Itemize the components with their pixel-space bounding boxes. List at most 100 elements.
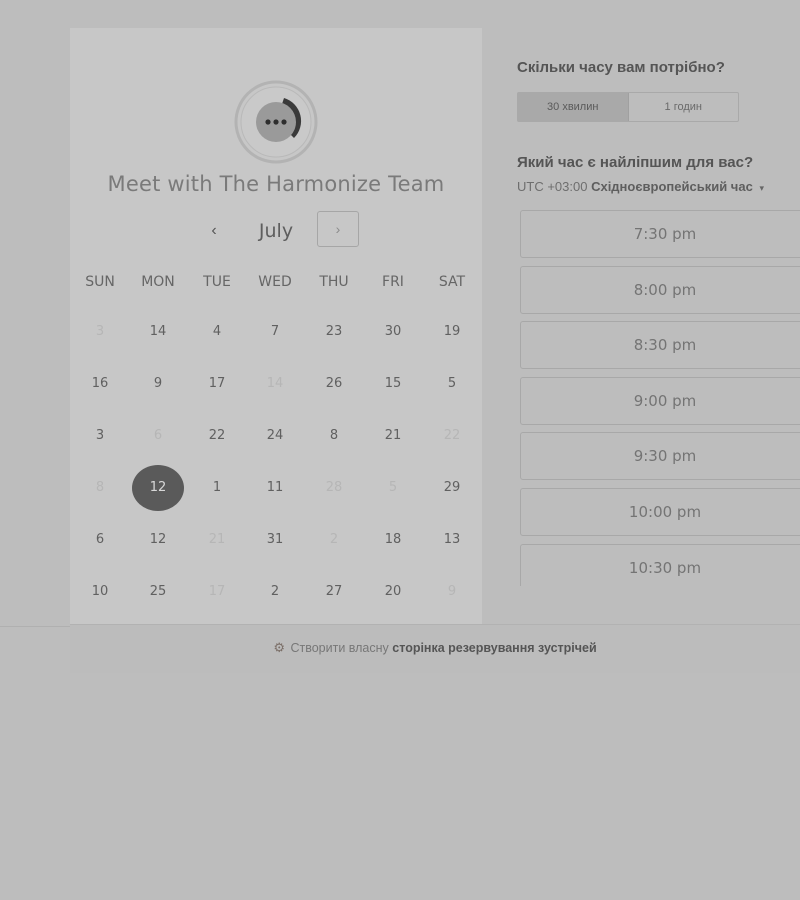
calendar-day: 14	[249, 358, 301, 410]
calendar-day-number: 12	[132, 465, 184, 511]
calendar-day-number: 14	[149, 324, 167, 339]
time-slot-list[interactable]: 7:30 pm 8:00 pm 8:30 pm 9:00 pm 9:30 pm 10:00…	[520, 210, 800, 586]
calendar-day[interactable]: 11	[249, 462, 301, 514]
time-slot-button[interactable]: 8:00 pm	[520, 265, 800, 314]
create-booking-page-link[interactable]: сторінка резервування зустрічей	[392, 641, 596, 655]
duration-toggle: 30 хвилин 1 годин	[517, 92, 739, 122]
calendar-day[interactable]: 4	[191, 306, 243, 358]
calendar-day[interactable]: 3	[74, 410, 126, 462]
weekday-label: THU	[319, 274, 349, 290]
calendar-day-number: 12	[149, 532, 167, 547]
time-slot-button[interactable]: 10:00 pm	[520, 488, 800, 536]
duration-question: Скільки часу вам потрібно?	[517, 59, 725, 76]
calendar-day-number: 10	[91, 584, 109, 599]
calendar-day[interactable]: 22	[191, 410, 243, 462]
calendar-day[interactable]: 23	[308, 306, 360, 358]
calendar-day-number: 5	[388, 480, 398, 495]
weekday-label: SUN	[85, 274, 115, 290]
time-slot-button[interactable]: 8:30 pm	[520, 321, 800, 370]
meeting-title: Meet with The Harmonize Team	[107, 172, 445, 196]
calendar-day[interactable]: 30	[367, 306, 419, 358]
calendar-week-row: 16 9 17 14 26 15 5	[70, 358, 482, 410]
calendar-day-number: 21	[208, 532, 226, 547]
calendar-day-number: 24	[266, 428, 284, 443]
calendar-day[interactable]: 20	[367, 566, 419, 618]
timezone-offset: UTC +03:00	[517, 179, 588, 194]
calendar-day: 9	[426, 566, 478, 618]
calendar-day[interactable]: 13	[426, 514, 478, 566]
weekday-label: FRI	[382, 274, 404, 290]
prev-month-button[interactable]: ‹	[198, 215, 230, 247]
calendar-day: 21	[191, 514, 243, 566]
calendar-day[interactable]: 18	[367, 514, 419, 566]
calendar-day[interactable]: 31	[249, 514, 301, 566]
weekday-header: SUN MON TUE WED THU FRI SAT	[70, 268, 482, 298]
next-month-button[interactable]: ›	[317, 211, 359, 247]
calendar-day-number: 25	[149, 584, 167, 599]
calendar-day-number: 5	[447, 376, 457, 391]
calendar-day-selected[interactable]: 12	[132, 462, 184, 514]
duration-option-1hour[interactable]: 1 годин	[629, 93, 739, 121]
calendar-grid: SUN MON TUE WED THU FRI SAT 3 14 4 7 23 30 19 16 9 17 14…	[70, 268, 482, 618]
calendar-day[interactable]: 14	[132, 306, 184, 358]
calendar-day[interactable]: 21	[367, 410, 419, 462]
calendar-day: 5	[367, 462, 419, 514]
calendar-day-number: 31	[266, 532, 284, 547]
calendar-day[interactable]: 25	[132, 566, 184, 618]
calendar-day[interactable]: 16	[74, 358, 126, 410]
calendar-day-number: 17	[208, 584, 226, 599]
calendar-day[interactable]: 10	[74, 566, 126, 618]
chevron-left-icon: ‹	[211, 222, 217, 239]
time-question: Який час є найліпшим для вас?	[517, 154, 754, 171]
calendar-day[interactable]: 2	[249, 566, 301, 618]
calendar-day-number: 28	[325, 480, 343, 495]
calendar-day[interactable]: 12	[132, 514, 184, 566]
booking-page: Meet with The Harmonize Team ‹ July › SU…	[0, 0, 800, 900]
calendar-day-number: 13	[443, 532, 461, 547]
calendar-day-number: 9	[447, 584, 457, 599]
calendar-day[interactable]: 9	[132, 358, 184, 410]
calendar-day[interactable]: 27	[308, 566, 360, 618]
chevron-right-icon: ›	[335, 221, 341, 237]
calendar-day[interactable]: 24	[249, 410, 301, 462]
calendar-day[interactable]: 15	[367, 358, 419, 410]
calendar-day-number: 4	[212, 324, 222, 339]
calendar-day-number: 23	[325, 324, 343, 339]
calendar-day[interactable]: 8	[308, 410, 360, 462]
team-logo	[234, 80, 318, 164]
calendar-week-row: 3 6 22 24 8 21 22	[70, 410, 482, 462]
footer-text: ⚙ Створити власну сторінка резервування …	[70, 640, 800, 656]
caret-down-icon: ▾	[759, 183, 764, 193]
calendar-day-number: 19	[443, 324, 461, 339]
month-navigation: ‹ July ›	[70, 211, 482, 251]
calendar-day-number: 1	[212, 480, 222, 495]
footer-prefix: Створити власну	[290, 641, 389, 655]
divider-line	[0, 626, 70, 627]
calendar-week-row: 10 25 17 2 27 20 9	[70, 566, 482, 618]
calendar-day-number: 6	[95, 532, 105, 547]
calendar-day: 3	[74, 306, 126, 358]
month-label: July	[258, 220, 294, 242]
time-slot-button[interactable]: 7:30 pm	[520, 210, 800, 258]
duration-option-30min[interactable]: 30 хвилин	[518, 93, 629, 121]
calendar-day[interactable]: 17	[191, 358, 243, 410]
time-selection-panel: Скільки часу вам потрібно? 30 хвилин 1 г…	[482, 28, 800, 624]
calendar-day[interactable]: 1	[191, 462, 243, 514]
calendar-day-number: 3	[95, 428, 105, 443]
calendar-day-number: 7	[270, 324, 280, 339]
calendar-day-number: 26	[325, 376, 343, 391]
time-slot-button[interactable]: 9:30 pm	[520, 432, 800, 481]
calendar-day[interactable]: 6	[74, 514, 126, 566]
calendar-day[interactable]: 5	[426, 358, 478, 410]
calendar-day: 8	[74, 462, 126, 514]
timezone-dropdown[interactable]: UTC +03:00 Східноєвропейський час ▾	[517, 179, 764, 194]
calendar-day[interactable]: 26	[308, 358, 360, 410]
time-slot-button[interactable]: 10:30 pm	[520, 543, 800, 586]
calendar-day[interactable]: 29	[426, 462, 478, 514]
calendar-day-number: 8	[95, 480, 105, 495]
calendar-day[interactable]: 7	[249, 306, 301, 358]
calendar-day[interactable]: 19	[426, 306, 478, 358]
calendar-day-number: 2	[329, 532, 339, 547]
footer: ⚙ Створити власну сторінка резервування …	[70, 624, 800, 673]
time-slot-button[interactable]: 9:00 pm	[520, 376, 800, 425]
